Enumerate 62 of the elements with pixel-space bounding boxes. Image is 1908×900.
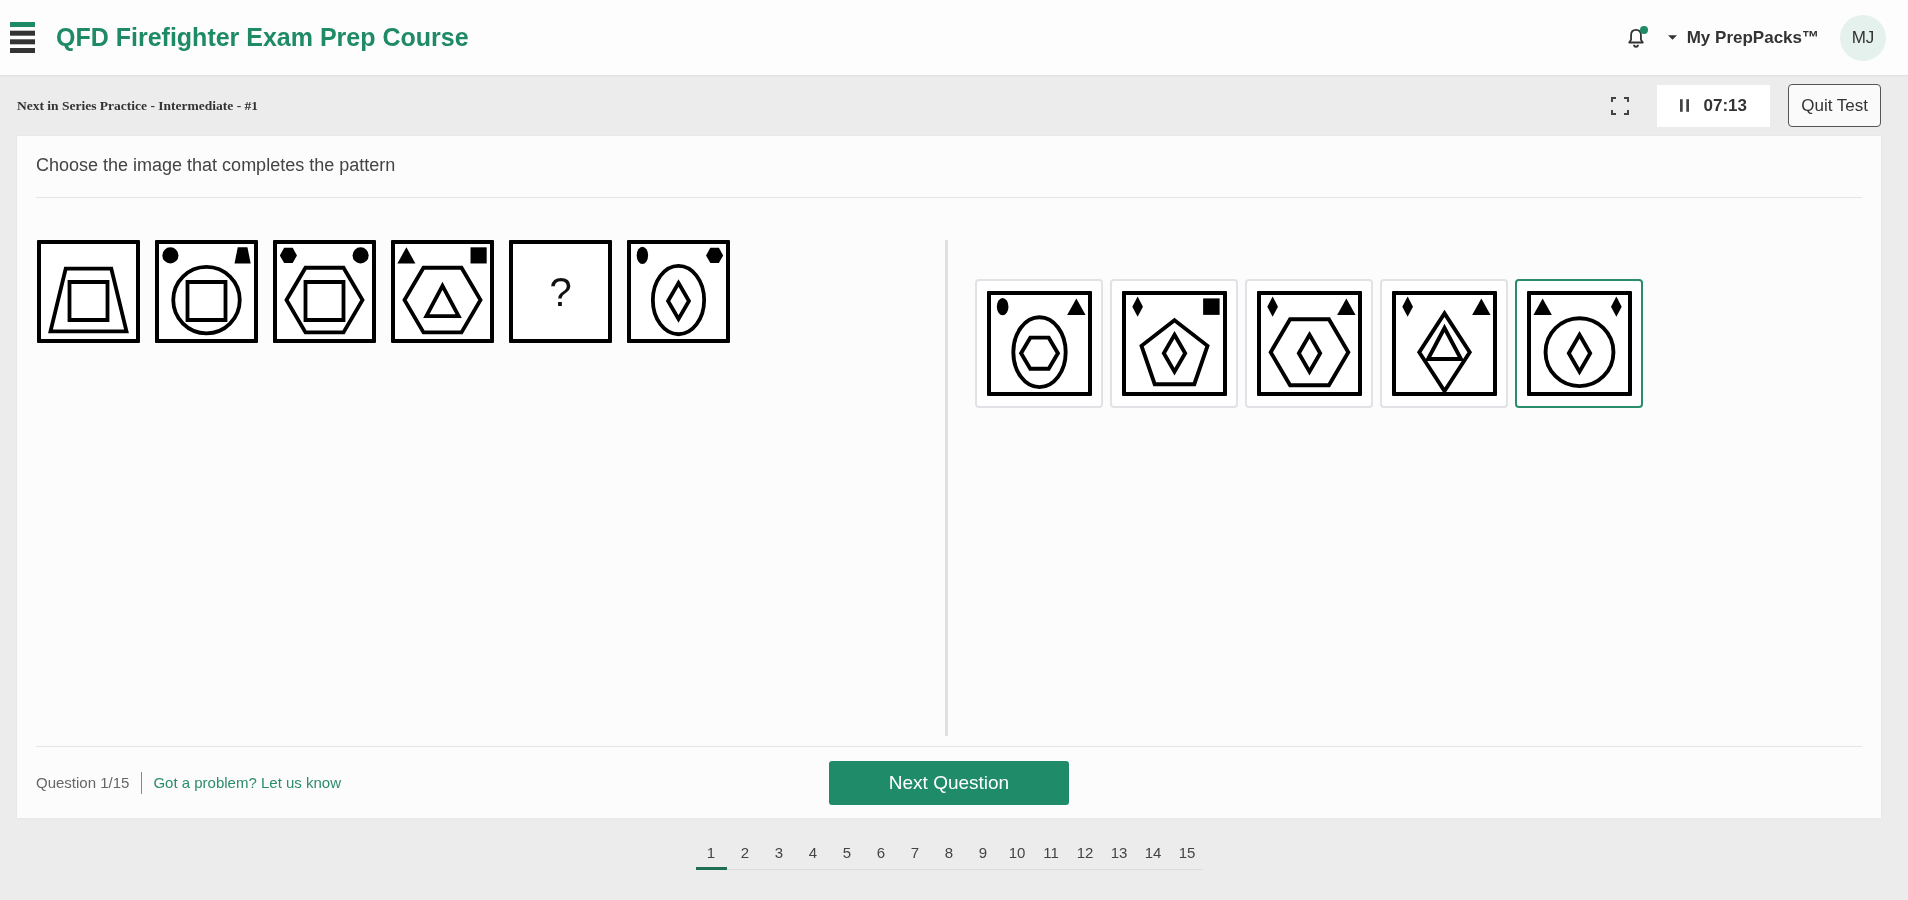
page-number[interactable]: 11 — [1035, 838, 1067, 870]
circle-outline — [171, 264, 242, 336]
oval-icon — [636, 246, 649, 264]
page-number[interactable]: 12 — [1069, 838, 1101, 870]
pentagon-outline — [1138, 317, 1210, 387]
square-icon — [1202, 298, 1220, 315]
triangle-outline — [1424, 323, 1464, 361]
page-number[interactable]: 4 — [797, 838, 829, 870]
page-number[interactable]: 9 — [967, 838, 999, 870]
page-number[interactable]: 6 — [865, 838, 897, 870]
diamond-outline — [1566, 330, 1592, 376]
pause-icon[interactable] — [1680, 99, 1690, 112]
caret-icon — [1667, 35, 1677, 40]
triangle-icon — [1532, 298, 1552, 315]
square-outline — [185, 280, 228, 322]
page-number[interactable]: 7 — [899, 838, 931, 870]
circle-icon — [162, 247, 179, 264]
diamond-outline — [1161, 330, 1187, 376]
fullscreen-icon[interactable] — [1611, 96, 1630, 115]
hexagon-outline — [1018, 335, 1060, 371]
page-number[interactable]: 3 — [763, 838, 795, 870]
diamond-outline — [1296, 330, 1322, 376]
diamond-outline — [665, 279, 692, 323]
page-number[interactable]: 13 — [1103, 838, 1135, 870]
square-icon — [470, 247, 487, 264]
page-number[interactable]: 10 — [1001, 838, 1033, 870]
triangle-icon — [1066, 298, 1086, 315]
prep-packs-menu[interactable]: My PrepPacks™ — [1667, 27, 1819, 48]
oval-icon — [996, 297, 1008, 316]
trapezoid-icon — [234, 247, 251, 264]
page-number[interactable]: 8 — [933, 838, 965, 870]
quiz-title: Next in Series Practice - Intermediate - #1 — [17, 97, 259, 114]
square-outline — [303, 280, 346, 322]
triangle-icon — [1336, 298, 1356, 315]
user-avatar[interactable]: MJ — [1840, 14, 1886, 61]
hexagon-icon — [279, 247, 297, 263]
square-outline — [67, 280, 110, 322]
quit-test-button[interactable]: Quit Test — [1788, 84, 1881, 127]
next-question-button[interactable]: Next Question — [829, 760, 1069, 805]
answer-option[interactable] — [1515, 279, 1643, 408]
app-title: QFD Firefighter Exam Prep Course — [56, 23, 469, 52]
triangle-icon — [397, 247, 416, 264]
triangle-outline — [423, 281, 462, 319]
page-number[interactable]: 1 — [695, 838, 727, 870]
timer-text: 07:13 — [1703, 95, 1747, 116]
diamond-icon — [1131, 296, 1143, 317]
page-number[interactable]: 15 — [1171, 838, 1203, 870]
question-mark-text: ? — [549, 271, 572, 312]
diamond-icon — [1401, 296, 1413, 317]
diamond-icon — [1266, 296, 1278, 317]
hexagon-icon — [706, 247, 724, 263]
menu-icon[interactable] — [10, 22, 35, 53]
page-number[interactable]: 14 — [1137, 838, 1169, 870]
bell-icon[interactable] — [1626, 27, 1645, 48]
diamond-icon — [1610, 296, 1622, 317]
report-problem-link[interactable]: Got a problem? Let us know — [153, 774, 341, 791]
page-number[interactable]: 5 — [831, 838, 863, 870]
question-prompt: Choose the image that completes the pattern — [36, 154, 397, 177]
page-number[interactable]: 2 — [729, 838, 761, 870]
question-counter: Question 1/15 — [36, 774, 130, 791]
triangle-icon — [1471, 298, 1491, 315]
circle-icon — [352, 247, 369, 264]
